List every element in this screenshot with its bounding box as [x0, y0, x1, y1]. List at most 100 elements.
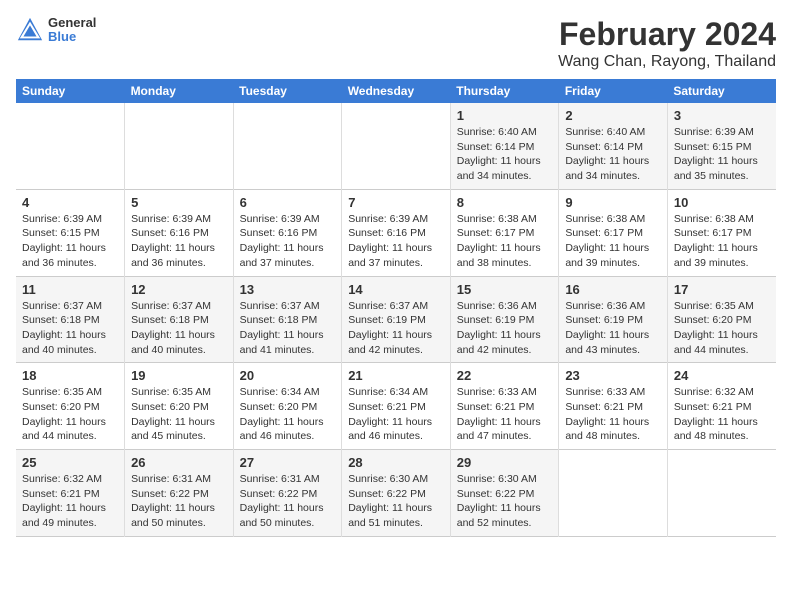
header-thursday: Thursday — [450, 79, 559, 103]
day-info: Sunrise: 6:35 AMSunset: 6:20 PMDaylight:… — [131, 385, 227, 444]
day-info: Sunrise: 6:37 AMSunset: 6:18 PMDaylight:… — [131, 299, 227, 358]
page-header: General Blue February 2024 Wang Chan, Ra… — [16, 16, 776, 71]
header-tuesday: Tuesday — [233, 79, 342, 103]
day-info: Sunrise: 6:39 AMSunset: 6:15 PMDaylight:… — [674, 125, 770, 184]
week-row-1: 4 Sunrise: 6:39 AMSunset: 6:15 PMDaylight… — [16, 189, 776, 276]
day-info: Sunrise: 6:39 AMSunset: 6:16 PMDaylight:… — [240, 212, 336, 271]
calendar-cell: 16 Sunrise: 6:36 AMSunset: 6:19 PMDayligh… — [559, 276, 668, 363]
day-info: Sunrise: 6:32 AMSunset: 6:21 PMDaylight:… — [22, 472, 118, 531]
header-row: SundayMondayTuesdayWednesdayThursdayFrid… — [16, 79, 776, 103]
calendar-cell: 21 Sunrise: 6:34 AMSunset: 6:21 PMDayligh… — [342, 363, 451, 450]
calendar-body: 1 Sunrise: 6:40 AMSunset: 6:14 PMDaylight… — [16, 103, 776, 536]
day-info: Sunrise: 6:40 AMSunset: 6:14 PMDaylight:… — [457, 125, 553, 184]
logo: General Blue — [16, 16, 96, 45]
calendar-cell — [125, 103, 234, 189]
logo-general: General — [48, 16, 96, 30]
calendar-cell: 27Sunrise: 6:31 AMSunset: 6:22 PMDayligh… — [233, 450, 342, 537]
day-number: 11 — [22, 282, 118, 297]
day-number: 13 — [240, 282, 336, 297]
logo-icon — [16, 16, 44, 44]
day-number: 24 — [674, 368, 770, 383]
day-number: 3 — [674, 108, 770, 123]
day-number: 18 — [22, 368, 118, 383]
day-info: Sunrise: 6:31 AMSunset: 6:22 PMDaylight:… — [240, 472, 336, 531]
calendar-cell: 9Sunrise: 6:38 AMSunset: 6:17 PMDaylight… — [559, 189, 668, 276]
logo-blue: Blue — [48, 30, 96, 44]
calendar-cell: 28Sunrise: 6:30 AMSunset: 6:22 PMDayligh… — [342, 450, 451, 537]
day-number: 16 — [565, 282, 661, 297]
day-info: Sunrise: 6:37 AMSunset: 6:19 PMDaylight:… — [348, 299, 444, 358]
calendar-cell — [667, 450, 776, 537]
calendar-cell — [559, 450, 668, 537]
day-info: Sunrise: 6:39 AMSunset: 6:15 PMDaylight:… — [22, 212, 118, 271]
calendar-cell: 6 Sunrise: 6:39 AMSunset: 6:16 PMDaylight… — [233, 189, 342, 276]
day-number: 28 — [348, 455, 444, 470]
header-sunday: Sunday — [16, 79, 125, 103]
day-number: 5 — [131, 195, 227, 210]
day-number: 14 — [348, 282, 444, 297]
calendar-cell: 29 Sunrise: 6:30 AMSunset: 6:22 PMDayligh… — [450, 450, 559, 537]
day-number: 17 — [674, 282, 770, 297]
day-number: 22 — [457, 368, 553, 383]
day-number: 29 — [457, 455, 553, 470]
calendar-header: SundayMondayTuesdayWednesdayThursdayFrid… — [16, 79, 776, 103]
day-info: Sunrise: 6:35 AMSunset: 6:20 PMDaylight:… — [674, 299, 770, 358]
calendar-cell: 5 Sunrise: 6:39 AMSunset: 6:16 PMDaylight… — [125, 189, 234, 276]
calendar-cell — [16, 103, 125, 189]
day-info: Sunrise: 6:38 AMSunset: 6:17 PMDaylight:… — [457, 212, 553, 271]
day-number: 21 — [348, 368, 444, 383]
day-info: Sunrise: 6:30 AMSunset: 6:22 PMDaylight:… — [457, 472, 553, 531]
calendar-table: SundayMondayTuesdayWednesdayThursdayFrid… — [16, 79, 776, 537]
day-info: Sunrise: 6:36 AMSunset: 6:19 PMDaylight:… — [457, 299, 553, 358]
calendar-cell: 25 Sunrise: 6:32 AMSunset: 6:21 PMDayligh… — [16, 450, 125, 537]
calendar-cell: 4 Sunrise: 6:39 AMSunset: 6:15 PMDaylight… — [16, 189, 125, 276]
day-info: Sunrise: 6:34 AMSunset: 6:20 PMDaylight:… — [240, 385, 336, 444]
calendar-cell — [233, 103, 342, 189]
day-info: Sunrise: 6:34 AMSunset: 6:21 PMDaylight:… — [348, 385, 444, 444]
day-number: 9 — [565, 195, 661, 210]
day-number: 12 — [131, 282, 227, 297]
header-wednesday: Wednesday — [342, 79, 451, 103]
day-number: 6 — [240, 195, 336, 210]
header-monday: Monday — [125, 79, 234, 103]
calendar-cell: 2Sunrise: 6:40 AMSunset: 6:14 PMDaylight… — [559, 103, 668, 189]
day-number: 1 — [457, 108, 553, 123]
day-number: 20 — [240, 368, 336, 383]
day-info: Sunrise: 6:38 AMSunset: 6:17 PMDaylight:… — [674, 212, 770, 271]
day-info: Sunrise: 6:33 AMSunset: 6:21 PMDaylight:… — [457, 385, 553, 444]
calendar-cell: 19 Sunrise: 6:35 AMSunset: 6:20 PMDayligh… — [125, 363, 234, 450]
calendar-cell: 26 Sunrise: 6:31 AMSunset: 6:22 PMDayligh… — [125, 450, 234, 537]
week-row-4: 25 Sunrise: 6:32 AMSunset: 6:21 PMDayligh… — [16, 450, 776, 537]
day-number: 25 — [22, 455, 118, 470]
calendar-cell: 10 Sunrise: 6:38 AMSunset: 6:17 PMDayligh… — [667, 189, 776, 276]
day-number: 4 — [22, 195, 118, 210]
title-block: February 2024 Wang Chan, Rayong, Thailan… — [558, 16, 776, 71]
day-info: Sunrise: 6:36 AMSunset: 6:19 PMDaylight:… — [565, 299, 661, 358]
day-info: Sunrise: 6:33 AMSunset: 6:21 PMDaylight:… — [565, 385, 661, 444]
day-info: Sunrise: 6:35 AMSunset: 6:20 PMDaylight:… — [22, 385, 118, 444]
day-info: Sunrise: 6:37 AMSunset: 6:18 PMDaylight:… — [22, 299, 118, 358]
day-number: 26 — [131, 455, 227, 470]
logo-text: General Blue — [48, 16, 96, 45]
day-info: Sunrise: 6:37 AMSunset: 6:18 PMDaylight:… — [240, 299, 336, 358]
day-number: 23 — [565, 368, 661, 383]
calendar-cell: 20 Sunrise: 6:34 AMSunset: 6:20 PMDayligh… — [233, 363, 342, 450]
day-number: 7 — [348, 195, 444, 210]
day-info: Sunrise: 6:39 AMSunset: 6:16 PMDaylight:… — [348, 212, 444, 271]
page-title: February 2024 — [558, 16, 776, 53]
week-row-3: 18 Sunrise: 6:35 AMSunset: 6:20 PMDayligh… — [16, 363, 776, 450]
day-info: Sunrise: 6:39 AMSunset: 6:16 PMDaylight:… — [131, 212, 227, 271]
calendar-cell: 12 Sunrise: 6:37 AMSunset: 6:18 PMDayligh… — [125, 276, 234, 363]
calendar-cell: 13 Sunrise: 6:37 AMSunset: 6:18 PMDayligh… — [233, 276, 342, 363]
calendar-cell: 8Sunrise: 6:38 AMSunset: 6:17 PMDaylight… — [450, 189, 559, 276]
day-info: Sunrise: 6:40 AMSunset: 6:14 PMDaylight:… — [565, 125, 661, 184]
calendar-cell: 1 Sunrise: 6:40 AMSunset: 6:14 PMDaylight… — [450, 103, 559, 189]
calendar-cell: 18 Sunrise: 6:35 AMSunset: 6:20 PMDayligh… — [16, 363, 125, 450]
calendar-cell: 3 Sunrise: 6:39 AMSunset: 6:15 PMDaylight… — [667, 103, 776, 189]
calendar-cell: 11 Sunrise: 6:37 AMSunset: 6:18 PMDayligh… — [16, 276, 125, 363]
calendar-cell: 15Sunrise: 6:36 AMSunset: 6:19 PMDayligh… — [450, 276, 559, 363]
day-number: 10 — [674, 195, 770, 210]
day-number: 19 — [131, 368, 227, 383]
day-info: Sunrise: 6:31 AMSunset: 6:22 PMDaylight:… — [131, 472, 227, 531]
calendar-cell: 23 Sunrise: 6:33 AMSunset: 6:21 PMDayligh… — [559, 363, 668, 450]
